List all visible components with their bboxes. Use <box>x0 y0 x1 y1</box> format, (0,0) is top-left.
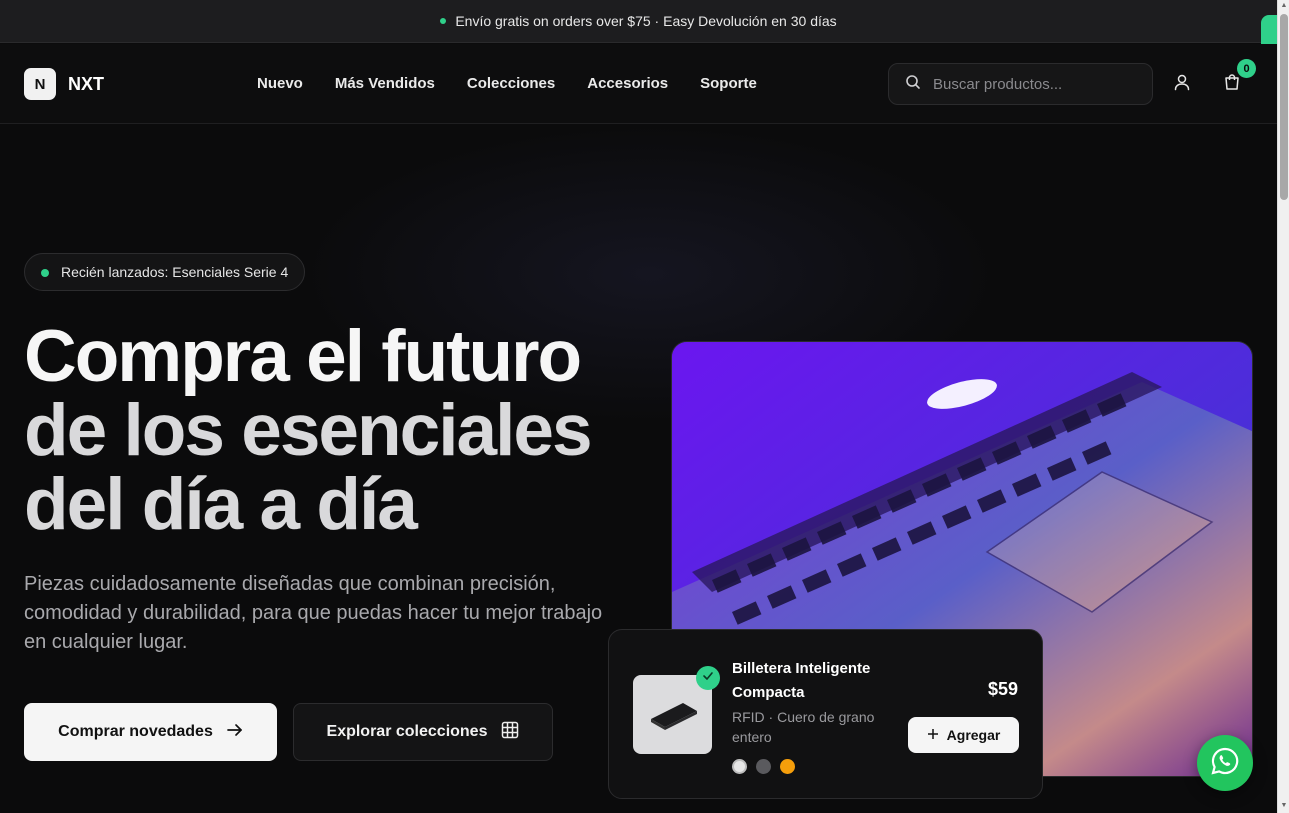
product-title[interactable]: Billetera Inteligente Compacta <box>732 657 902 705</box>
add-to-cart-button[interactable]: Agregar <box>908 717 1019 753</box>
scroll-thumb[interactable] <box>1280 14 1288 200</box>
hero-headline: Compra el futuro de los esenciales del d… <box>24 320 644 542</box>
new-release-badge[interactable]: Recién lanzados: Esenciales Serie 4 <box>24 253 306 291</box>
hero-subtext: Piezas cuidadosamente diseñadas que comb… <box>24 573 603 653</box>
nav-item-colecciones[interactable]: Colecciones <box>467 75 555 92</box>
headline-line-1: Compra el futuro <box>24 316 582 397</box>
account-button[interactable] <box>1168 70 1196 98</box>
user-icon <box>1173 73 1191 96</box>
swatch-graphite[interactable] <box>756 759 771 774</box>
check-badge <box>696 666 720 690</box>
main-nav: Nuevo Más Vendidos Colecciones Accesorio… <box>257 75 757 92</box>
logo-mark[interactable]: N <box>24 68 56 100</box>
add-to-cart-label: Agregar <box>946 727 1001 743</box>
check-icon <box>702 669 714 687</box>
page-scrollbar[interactable]: ▲ ▼ <box>1277 0 1289 813</box>
search-icon <box>905 74 921 95</box>
scroll-down-arrow[interactable]: ▼ <box>1280 802 1288 810</box>
cart-icon <box>1223 73 1241 96</box>
badge-text: Recién lanzados: Esenciales Serie 4 <box>61 264 289 280</box>
cart-count-badge: 0 <box>1237 59 1256 78</box>
headline-line-2: de los esenciales <box>24 390 593 471</box>
nav-item-accesorios[interactable]: Accesorios <box>587 75 668 92</box>
nav-item-nuevo[interactable]: Nuevo <box>257 75 303 92</box>
search-box[interactable] <box>888 63 1153 105</box>
headline-line-3: del día a día <box>24 464 418 545</box>
announcement-text: Envío gratis on orders over $75 · Easy D… <box>455 13 837 29</box>
swatch-amber[interactable] <box>780 759 795 774</box>
product-price: $59 <box>987 679 1018 699</box>
arrow-right-icon <box>227 723 243 742</box>
nav-item-mas-vendidos[interactable]: Más Vendidos <box>335 75 435 92</box>
grid-icon <box>501 721 519 744</box>
wallet-image <box>650 702 697 730</box>
whatsapp-button[interactable] <box>1197 735 1253 791</box>
plus-icon <box>927 727 939 743</box>
product-description: RFID · Cuero de grano entero <box>732 709 875 745</box>
swatch-silver[interactable] <box>732 759 747 774</box>
shop-new-label: Comprar novedades <box>58 723 213 740</box>
badge-dot <box>41 269 49 277</box>
brand-name[interactable]: NXT <box>68 74 104 95</box>
explore-collections-label: Explorar colecciones <box>326 723 488 740</box>
search-input[interactable] <box>933 75 1133 93</box>
shop-new-button[interactable]: Comprar novedades <box>24 703 277 761</box>
announcement-dot <box>440 18 447 24</box>
featured-product-card[interactable]: Billetera Inteligente Compacta $59 RFID … <box>608 629 1043 799</box>
nav-item-soporte[interactable]: Soporte <box>700 75 757 92</box>
whatsapp-icon <box>1210 746 1240 781</box>
scroll-up-arrow[interactable]: ▲ <box>1280 2 1288 10</box>
explore-collections-button[interactable]: Explorar colecciones <box>293 703 553 761</box>
announcement-bar: Envío gratis on orders over $75 · Easy D… <box>0 0 1277 43</box>
site-header: N NXT Nuevo Más Vendidos Colecciones Acc… <box>0 44 1277 124</box>
